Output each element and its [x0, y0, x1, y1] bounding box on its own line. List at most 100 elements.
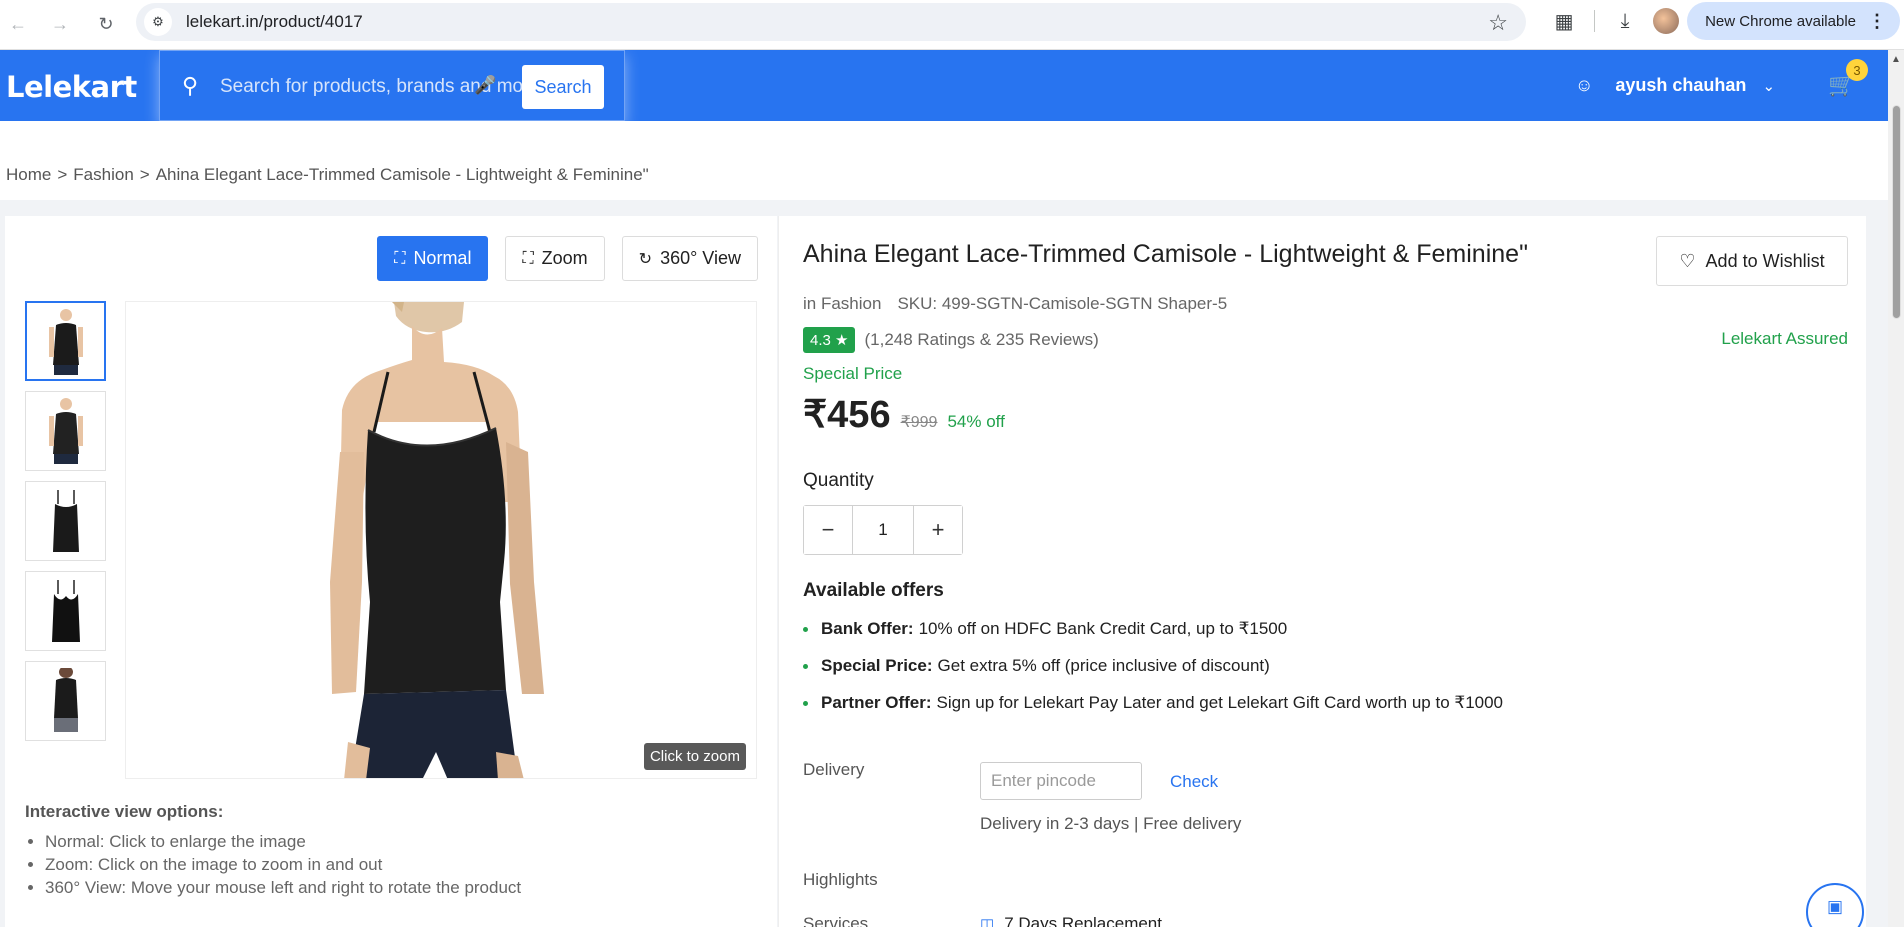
- list-item: Zoom: Click on the image to zoom in and …: [45, 855, 521, 875]
- breadcrumb-home[interactable]: Home: [6, 165, 51, 184]
- quantity-value[interactable]: 1: [852, 506, 914, 554]
- breadcrumb-bar: Home > Fashion > Ahina Elegant Lace-Trimmed …: [0, 121, 1888, 200]
- offers-title: Available offers: [803, 580, 944, 601]
- offer-label: Partner Offer:: [821, 693, 932, 712]
- product-meta: in Fashion SKU: 499-SGTN-Camisole-SGTN Sh…: [803, 294, 1227, 314]
- replacement-policy: ◫ 7 Days Replacement: [980, 914, 1162, 927]
- browser-toolbar: ← → ↻ ⚙ lelekart.in/product/4017 ☆ ▦ ⤓ N…: [0, 0, 1904, 50]
- original-price: ₹999: [900, 414, 938, 431]
- thumbnail-image: [53, 668, 78, 732]
- expand-icon: ⛶: [522, 249, 534, 267]
- site-info-icon[interactable]: ⚙: [144, 8, 172, 36]
- thumbnail-1[interactable]: [25, 301, 106, 381]
- user-icon: ☺: [1575, 75, 1594, 95]
- url-text[interactable]: lelekart.in/product/4017: [186, 12, 363, 32]
- address-bar[interactable]: ⚙ lelekart.in/product/4017 ☆: [136, 3, 1526, 41]
- offers-list: Bank Offer: 10% off on HDFC Bank Credit C…: [803, 619, 1503, 730]
- scrollbar-thumb[interactable]: [1892, 105, 1901, 319]
- breadcrumb-current: Ahina Elegant Lace-Trimmed Camisole - Li…: [155, 165, 649, 184]
- increase-quantity-button[interactable]: +: [914, 506, 962, 554]
- product-details: Ahina Elegant Lace-Trimmed Camisole - Li…: [778, 216, 1866, 927]
- wishlist-label: Add to Wishlist: [1705, 250, 1825, 271]
- product-sku: SKU: 499-SGTN-Camisole-SGTN Shaper-5: [897, 294, 1228, 313]
- replacement-text: 7 Days Replacement: [1004, 914, 1162, 927]
- list-item: 360° View: Move your mouse left and righ…: [45, 878, 521, 898]
- thumbnail-3[interactable]: [25, 481, 106, 561]
- chrome-update-label: New Chrome available: [1705, 12, 1856, 30]
- decrease-quantity-button[interactable]: −: [804, 506, 852, 554]
- site-logo[interactable]: Lelekart: [6, 70, 137, 104]
- zoom-view-button[interactable]: ⛶ Zoom: [505, 236, 605, 281]
- microphone-icon[interactable]: 🎤: [474, 75, 496, 96]
- options-list: Normal: Click to enlarge the image Zoom:…: [45, 832, 521, 898]
- selling-price: ₹456: [803, 394, 891, 436]
- robot-icon: ▣: [1826, 897, 1844, 916]
- rotate-view-button[interactable]: ↻ 360° View: [621, 236, 758, 281]
- thumbnail-image: [48, 398, 83, 464]
- profile-avatar[interactable]: [1653, 8, 1680, 34]
- chrome-menu-icon[interactable]: ⋮: [1868, 11, 1886, 32]
- breadcrumb-separator: >: [139, 165, 150, 184]
- search-button[interactable]: Search: [522, 65, 604, 109]
- services-label: Services: [803, 914, 869, 927]
- product-title: Ahina Elegant Lace-Trimmed Camisole - Li…: [803, 240, 1528, 268]
- add-to-wishlist-button[interactable]: ♡ Add to Wishlist: [1656, 236, 1848, 286]
- expand-icon: ⛶: [394, 249, 406, 267]
- check-pincode-button[interactable]: Check: [1170, 772, 1218, 792]
- quantity-label: Quantity: [803, 470, 874, 491]
- rating-value: 4.3: [810, 332, 831, 349]
- thumbnail-image: [48, 309, 83, 375]
- thumbnail-5[interactable]: [25, 661, 106, 741]
- quantity-stepper: − 1 +: [803, 505, 963, 555]
- rotate-view-label: 360° View: [660, 248, 741, 268]
- forward-icon[interactable]: →: [42, 7, 78, 43]
- thumbnail-4[interactable]: [25, 571, 106, 651]
- thumbnail-list: [25, 301, 106, 751]
- offer-label: Special Price:: [821, 656, 933, 675]
- offer-label: Bank Offer:: [821, 619, 914, 638]
- price-row: ₹456 ₹999 54% off: [803, 392, 1005, 437]
- breadcrumb-fashion[interactable]: Fashion: [73, 165, 133, 184]
- delivery-info: Delivery in 2-3 days | Free delivery: [980, 814, 1242, 833]
- normal-view-label: Normal: [413, 248, 472, 268]
- normal-view-button[interactable]: ⛶ Normal: [377, 236, 489, 281]
- downloads-icon[interactable]: ⤓: [1605, 1, 1645, 41]
- product-photo: [126, 302, 756, 778]
- assured-badge: Lelekart Assured: [1721, 329, 1848, 348]
- search-bar: ⚲ 🎤 Search: [159, 50, 625, 121]
- interactive-view-options: Interactive view options: Normal: Click …: [25, 802, 521, 901]
- discount-percent: 54% off: [947, 412, 1005, 431]
- delivery-label: Delivery: [803, 760, 865, 779]
- page-scrollbar[interactable]: ▲: [1888, 50, 1904, 927]
- back-icon[interactable]: ←: [0, 7, 36, 43]
- zoom-view-label: Zoom: [541, 248, 588, 268]
- main-product-image[interactable]: Click to zoom: [125, 301, 757, 779]
- view-mode-toggle: ⛶ Normal ⛶ Zoom ↻ 360° View: [377, 236, 758, 281]
- special-price-label: Special Price: [803, 364, 903, 383]
- account-menu[interactable]: ☺ ayush chauhan ⌄: [1575, 75, 1775, 96]
- rating-count[interactable]: (1,248 Ratings & 235 Reviews): [864, 330, 1098, 350]
- breadcrumb: Home > Fashion > Ahina Elegant Lace-Trimmed …: [6, 165, 655, 185]
- click-to-zoom-hint: Click to zoom: [643, 743, 746, 770]
- chrome-update-button[interactable]: New Chrome available ⋮: [1687, 2, 1900, 40]
- pincode-input[interactable]: [980, 762, 1142, 800]
- reload-icon[interactable]: ↻: [88, 7, 124, 43]
- thumbnail-2[interactable]: [25, 391, 106, 471]
- highlights-label: Highlights: [803, 870, 878, 889]
- replacement-icon: ◫: [980, 916, 995, 927]
- offer-text: Sign up for Lelekart Pay Later and get L…: [936, 693, 1504, 712]
- list-item: Bank Offer: 10% off on HDFC Bank Credit C…: [803, 619, 1503, 639]
- bookmark-star-icon[interactable]: ☆: [1488, 10, 1508, 36]
- extensions-icon[interactable]: ▦: [1544, 1, 1584, 41]
- product-category: in Fashion: [803, 294, 882, 313]
- heart-icon: ♡: [1679, 250, 1696, 271]
- toolbar-divider: [1594, 10, 1596, 32]
- list-item: Partner Offer: Sign up for Lelekart Pay L…: [803, 693, 1503, 713]
- list-item: Normal: Click to enlarge the image: [45, 832, 521, 852]
- user-name[interactable]: ayush chauhan: [1615, 75, 1746, 96]
- search-icon: ⚲: [182, 73, 199, 98]
- product-gallery: ⛶ Normal ⛶ Zoom ↻ 360° View Click to zoo…: [5, 216, 777, 927]
- chevron-down-icon[interactable]: ⌄: [1762, 77, 1775, 95]
- bullet-icon: [803, 626, 808, 632]
- scroll-up-arrow-icon[interactable]: ▲: [1891, 54, 1901, 65]
